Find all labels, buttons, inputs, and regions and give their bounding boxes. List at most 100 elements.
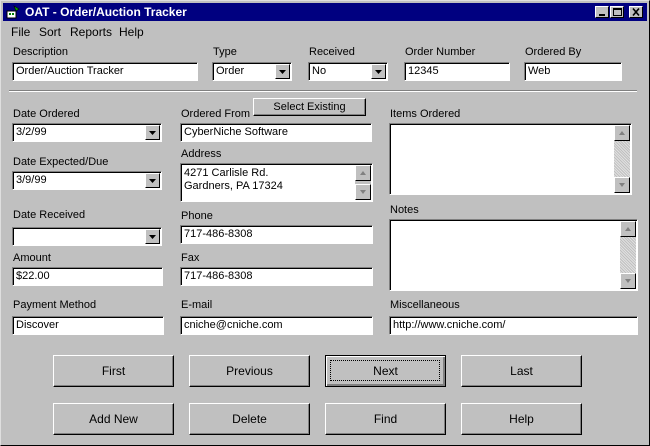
type-dropdown-button[interactable] xyxy=(275,64,290,79)
menu-help[interactable]: Help xyxy=(119,25,144,39)
address-line-2: Gardners, PA 17324 xyxy=(184,180,283,192)
notes-textarea[interactable] xyxy=(389,219,638,291)
type-select[interactable]: Order xyxy=(212,62,292,81)
amount-field[interactable]: $22.00 xyxy=(12,267,163,286)
find-label: Find xyxy=(373,412,398,426)
scroll-down-icon xyxy=(619,183,625,187)
ordered-from-label: Ordered From xyxy=(181,108,251,120)
maximize-button[interactable] xyxy=(610,6,624,18)
order-number-field[interactable]: 12345 xyxy=(404,62,510,81)
ordered-from-field[interactable]: CyberNiche Software xyxy=(180,123,372,142)
scroll-down-button[interactable] xyxy=(355,184,371,200)
date-ordered-value: 3/2/99 xyxy=(16,126,47,138)
help-label: Help xyxy=(509,412,534,426)
amount-label: Amount xyxy=(13,252,51,264)
phone-label: Phone xyxy=(181,210,213,222)
scroll-up-icon xyxy=(625,227,631,231)
address-scrollbar[interactable] xyxy=(355,165,371,200)
previous-label: Previous xyxy=(226,364,273,378)
items-ordered-textarea[interactable] xyxy=(389,123,632,195)
next-label: Next xyxy=(373,364,398,378)
scroll-up-button[interactable] xyxy=(620,221,636,237)
fax-label: Fax xyxy=(181,252,200,264)
maximize-icon xyxy=(613,8,622,16)
date-ordered-select[interactable]: 3/2/99 xyxy=(12,123,162,142)
address-label: Address xyxy=(181,148,222,160)
notes-scrollbar[interactable] xyxy=(620,221,636,289)
find-button[interactable]: Find xyxy=(325,403,446,435)
last-label: Last xyxy=(510,364,533,378)
date-ordered-label: Date Ordered xyxy=(13,108,80,120)
order-number-label: Order Number xyxy=(405,46,476,58)
items-scrollbar[interactable] xyxy=(614,125,630,193)
chevron-down-icon xyxy=(149,235,156,239)
phone-field[interactable]: 717-486-8308 xyxy=(180,225,373,244)
date-received-select[interactable] xyxy=(12,227,162,246)
date-received-label: Date Received xyxy=(13,209,86,221)
date-expected-label: Date Expected/Due xyxy=(13,156,109,168)
menu-sort[interactable]: Sort xyxy=(39,25,61,39)
minimize-icon xyxy=(599,14,605,16)
chevron-down-icon xyxy=(149,179,156,183)
received-label: Received xyxy=(309,46,355,58)
scroll-down-button[interactable] xyxy=(620,273,636,289)
fax-field[interactable]: 717-486-8308 xyxy=(180,267,373,286)
select-existing-label: Select Existing xyxy=(273,101,346,113)
previous-button[interactable]: Previous xyxy=(189,355,310,387)
add-new-label: Add New xyxy=(89,412,138,426)
last-button[interactable]: Last xyxy=(461,355,582,387)
type-value: Order xyxy=(216,65,245,77)
scroll-down-icon xyxy=(360,190,366,194)
help-button[interactable]: Help xyxy=(461,403,582,435)
received-value: No xyxy=(312,65,327,77)
menu-reports[interactable]: Reports xyxy=(70,25,112,39)
delete-label: Delete xyxy=(232,412,267,426)
notes-label: Notes xyxy=(390,204,419,216)
date-expected-select[interactable]: 3/9/99 xyxy=(12,171,162,190)
scroll-down-button[interactable] xyxy=(614,177,630,193)
address-line-1: 4271 Carlisle Rd. xyxy=(184,167,269,179)
menu-file[interactable]: File xyxy=(11,25,30,39)
window-title: OAT - Order/Auction Tracker xyxy=(25,5,187,19)
minimize-button[interactable] xyxy=(595,6,609,18)
app-window: OAT - Order/Auction Tracker File Sort Re… xyxy=(0,0,650,446)
title-bar[interactable]: OAT - Order/Auction Tracker xyxy=(3,3,647,21)
close-icon xyxy=(632,7,640,17)
received-select[interactable]: No xyxy=(308,62,388,81)
date-received-dropdown-button[interactable] xyxy=(145,229,160,244)
email-label: E-mail xyxy=(181,299,213,311)
miscellaneous-field[interactable]: http://www.cniche.com/ xyxy=(389,316,638,335)
ordered-by-field[interactable]: Web xyxy=(524,62,622,81)
delete-button[interactable]: Delete xyxy=(189,403,310,435)
date-expected-dropdown-button[interactable] xyxy=(145,173,160,188)
next-button[interactable]: Next xyxy=(325,355,446,387)
chevron-down-icon xyxy=(279,70,286,74)
description-label: Description xyxy=(13,46,69,58)
first-label: First xyxy=(101,364,126,378)
payment-method-field[interactable]: Discover xyxy=(12,316,164,335)
close-button[interactable] xyxy=(629,6,643,18)
address-textarea[interactable]: 4271 Carlisle Rd. Gardners, PA 17324 xyxy=(180,163,373,202)
first-button[interactable]: First xyxy=(53,355,174,387)
app-icon[interactable] xyxy=(6,5,20,19)
type-label: Type xyxy=(213,46,237,58)
scroll-up-button[interactable] xyxy=(355,165,371,181)
date-ordered-dropdown-button[interactable] xyxy=(145,125,160,140)
payment-method-label: Payment Method xyxy=(13,299,97,311)
ordered-by-label: Ordered By xyxy=(525,46,582,58)
chevron-down-icon xyxy=(149,131,156,135)
received-dropdown-button[interactable] xyxy=(371,64,386,79)
scroll-down-icon xyxy=(625,279,631,283)
add-new-button[interactable]: Add New xyxy=(53,403,174,435)
select-existing-button[interactable]: Select Existing xyxy=(253,98,366,116)
scroll-up-icon xyxy=(360,171,366,175)
scroll-up-icon xyxy=(619,131,625,135)
items-ordered-label: Items Ordered xyxy=(390,108,461,120)
miscellaneous-label: Miscellaneous xyxy=(390,299,460,311)
chevron-down-icon xyxy=(375,70,382,74)
email-field[interactable]: cniche@cniche.com xyxy=(180,316,373,335)
separator xyxy=(9,90,637,92)
description-field[interactable]: Order/Auction Tracker xyxy=(12,62,198,81)
date-expected-value: 3/9/99 xyxy=(16,174,47,186)
scroll-up-button[interactable] xyxy=(614,125,630,141)
